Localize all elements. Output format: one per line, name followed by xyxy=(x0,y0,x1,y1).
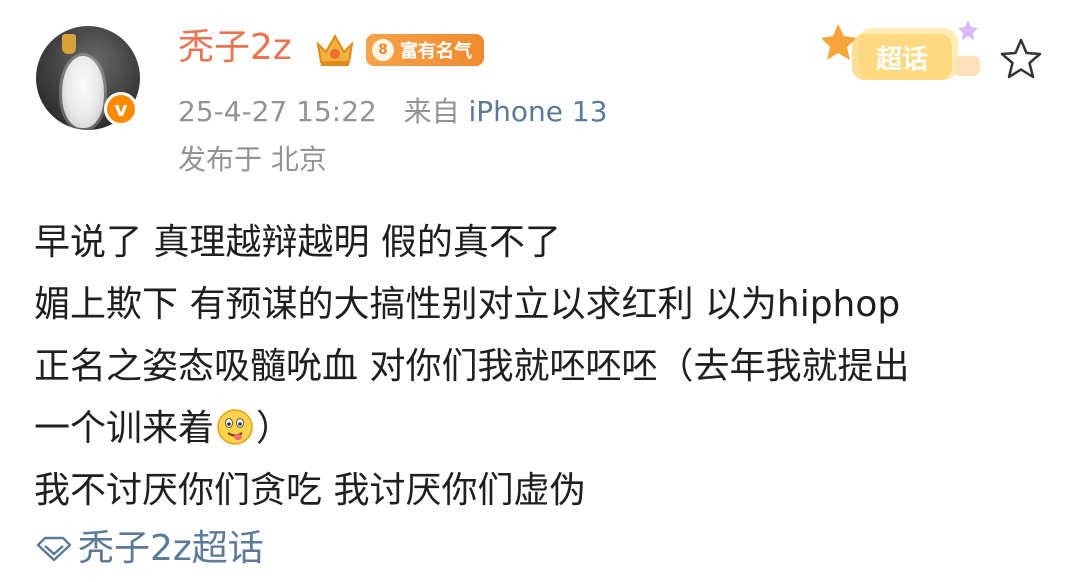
crown-icon[interactable] xyxy=(314,30,356,68)
supertopic-icon[interactable]: 超话 xyxy=(822,10,990,92)
post-location: 发布于 北京 xyxy=(178,143,327,176)
star-icon[interactable] xyxy=(998,36,1044,82)
post-line-text: 一个训来着 xyxy=(34,408,215,449)
level-number: 8 xyxy=(372,39,394,61)
author-name[interactable]: 秃子2z xyxy=(178,26,292,70)
post-meta: 25-4-27 15:22 来自 iPhone 13 xyxy=(178,94,608,130)
level-badge[interactable]: 8 富有名气 xyxy=(366,34,484,66)
post-line: 早说了 真理越辩越明 假的真不了 xyxy=(34,222,561,263)
supertopic-link[interactable]: 秃子2z超话 xyxy=(34,524,264,574)
level-title: 富有名气 xyxy=(400,41,472,62)
verified-badge: v xyxy=(104,92,138,126)
svg-text:超话: 超话 xyxy=(876,45,928,75)
source-prefix: 来自 xyxy=(403,95,460,128)
post-line: 媚上欺下 有预谋的大搞性别对立以求红利 以为hiphop xyxy=(34,284,901,325)
post-line-text: ） xyxy=(256,408,293,449)
post-line: 我不讨厌你们贪吃 我讨厌你们虚伪 xyxy=(34,470,586,511)
trophy-icon xyxy=(62,34,76,54)
post-timestamp: 25-4-27 15:22 xyxy=(178,95,377,128)
drooling-face-emoji xyxy=(217,409,253,445)
post-line: 正名之姿态吸髓吮血 对你们我就呸呸呸（去年我就提出 xyxy=(34,346,910,387)
source-device[interactable]: iPhone 13 xyxy=(469,95,608,128)
avatar-image xyxy=(62,56,104,128)
post-line: 一个训来着 ） xyxy=(34,398,1054,460)
diamond-icon xyxy=(36,536,72,562)
supertopic-link-text: 秃子2z超话 xyxy=(78,528,264,569)
post-body: 早说了 真理越辩越明 假的真不了 媚上欺下 有预谋的大搞性别对立以求红利 以为h… xyxy=(34,212,1054,522)
